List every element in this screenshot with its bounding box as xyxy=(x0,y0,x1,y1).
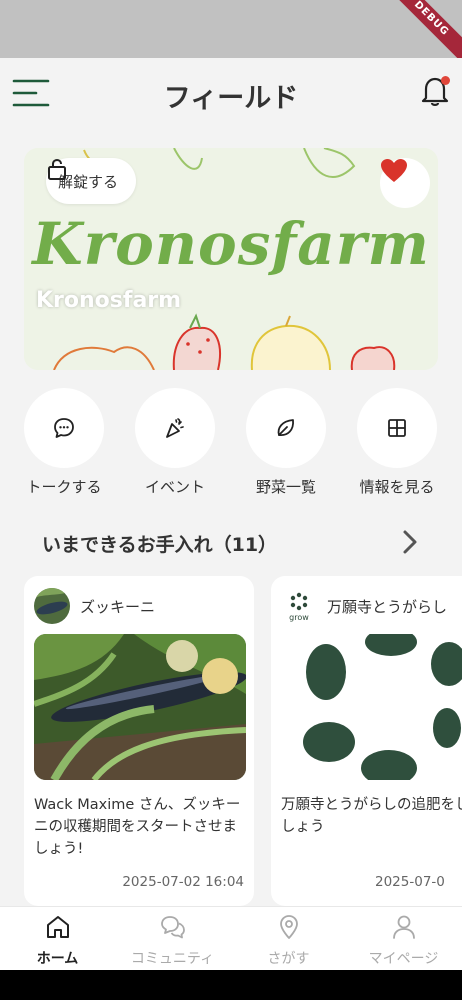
chevron-right-icon xyxy=(403,530,417,554)
unlock-button[interactable]: 解錠する xyxy=(46,158,137,204)
action-vegetables-label: 野菜一覧 xyxy=(255,478,316,496)
section-title: いまできるお手入れ（11） xyxy=(42,534,278,556)
nav-mypage-label: マイページ xyxy=(368,951,439,967)
grid-icon xyxy=(388,419,406,437)
card-date: 2025-07-02 16:04 xyxy=(122,874,244,890)
section-more-button[interactable] xyxy=(396,526,424,558)
action-info[interactable]: 情報を見る xyxy=(342,388,452,497)
action-info-circle xyxy=(357,388,437,468)
nav-home[interactable]: ホーム xyxy=(0,913,115,968)
grow-logo-avatar: grow xyxy=(281,588,317,624)
person-icon xyxy=(392,915,415,939)
favorite-button[interactable] xyxy=(380,158,430,208)
nav-search-label: さがす xyxy=(267,951,310,967)
app-header: フィールド xyxy=(0,58,462,130)
action-talk[interactable]: トークする xyxy=(9,388,119,497)
vegetable-avatar xyxy=(34,588,70,624)
page-title: フィールド xyxy=(163,83,299,114)
action-event-label: イベント xyxy=(144,478,205,496)
maintenance-cards: ズッキーニ Wack Maxime さん、ズッキーニの収穫期間をスタートさせまし… xyxy=(0,576,462,906)
grow-placeholder-image xyxy=(281,634,462,780)
notification-dot xyxy=(441,76,450,85)
leaf-icon xyxy=(277,419,294,436)
card-header: grow 万願寺とうがらし xyxy=(281,588,447,624)
action-info-label: 情報を見る xyxy=(359,478,435,496)
chat-bubble-icon xyxy=(54,418,74,438)
heart-icon xyxy=(381,159,407,182)
zucchini-photo xyxy=(34,634,246,780)
card-message: 万願寺とうがらしの追肥をしましょう xyxy=(281,797,462,835)
action-talk-circle xyxy=(24,388,104,468)
card-header: ズッキーニ xyxy=(34,588,155,624)
farm-banner[interactable]: Kronosfarm Kronosfarm 解錠する xyxy=(24,148,438,370)
action-talk-label: トークする xyxy=(26,478,102,496)
home-icon xyxy=(46,916,69,938)
action-event-circle xyxy=(135,388,215,468)
nav-mypage[interactable]: マイページ xyxy=(346,913,461,968)
card-vegetable-name: 万願寺とうがらし xyxy=(327,597,448,616)
farm-name-caption: Kronosfarm xyxy=(36,288,182,313)
nav-community-label: コミュニティ xyxy=(130,951,215,967)
card-vegetable-name: ズッキーニ xyxy=(80,597,156,616)
card-date: 2025-07-0 xyxy=(375,874,445,890)
action-vegetables[interactable]: 野菜一覧 xyxy=(231,388,341,497)
action-event[interactable]: イベント xyxy=(120,388,230,497)
status-bar: DEBUG xyxy=(0,0,462,58)
debug-ribbon: DEBUG xyxy=(378,0,462,58)
location-pin-icon xyxy=(279,915,298,939)
action-vegetables-circle xyxy=(246,388,326,468)
nav-search[interactable]: さがす xyxy=(231,913,346,968)
maintenance-card[interactable]: ズッキーニ Wack Maxime さん、ズッキーニの収穫期間をスタートさせまし… xyxy=(24,576,254,906)
party-popper-icon xyxy=(166,418,184,438)
grow-logo-text: grow xyxy=(289,613,309,622)
community-icon xyxy=(160,916,185,939)
notification-button[interactable] xyxy=(420,74,450,108)
system-navigation-bar xyxy=(0,970,462,1000)
nav-home-label: ホーム xyxy=(36,951,79,967)
app-screen: フィールド Kronosfarm Kronosfarm 解錠する トークする イ… xyxy=(0,58,462,970)
card-message: Wack Maxime さん、ズッキーニの収穫期間をスタートさせましょう! xyxy=(34,797,241,857)
farm-logo-text: Kronosfarm xyxy=(32,210,430,278)
maintenance-section-header: いまできるお手入れ（11） xyxy=(0,526,462,562)
nav-community[interactable]: コミュニティ xyxy=(115,913,230,968)
lock-icon xyxy=(48,158,66,180)
quick-actions: トークする イベント 野菜一覧 情報を見る xyxy=(0,388,462,498)
bottom-navigation: ホーム コミュニティ さがす マイページ xyxy=(0,906,462,970)
maintenance-card[interactable]: grow 万願寺とうがらし 万願寺とうがらしの追肥をしましょう 2025-07-… xyxy=(271,576,462,906)
